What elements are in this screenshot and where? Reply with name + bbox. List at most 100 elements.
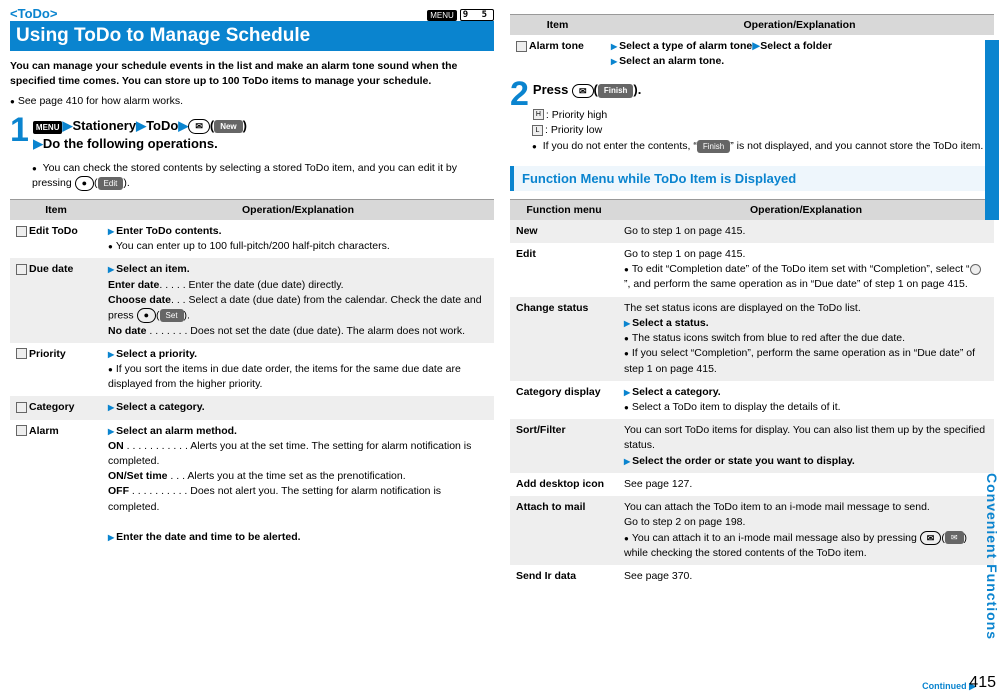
menu-code: 9 5: [460, 9, 494, 21]
rt-r1: Select a type of alarm tone: [611, 40, 752, 52]
fm-edit: Edit: [510, 243, 618, 297]
step2-press: Press: [533, 82, 572, 97]
continued-label: Continued ▶: [922, 681, 976, 692]
step1-note: You can check the stored contents by sel…: [32, 161, 494, 190]
alarm-icon: [16, 425, 27, 436]
fm-attach: Attach to mail: [510, 496, 618, 565]
fm-ir: Send Ir data: [510, 565, 618, 588]
fm-sort-t1: You can sort ToDo items for display. You…: [624, 424, 985, 451]
fm-edit-t1: Go to step 1 on page 415.: [624, 248, 745, 260]
pri-b2: If you sort the items in due date order,…: [108, 363, 461, 390]
finish-button: Finish: [598, 84, 634, 97]
intro-note: See page 410 for how alarm works.: [10, 94, 494, 109]
fm-new-t: Go to step 1 on page 415.: [618, 220, 994, 243]
center-key-icon: ●: [75, 176, 94, 191]
fm-new: New: [510, 220, 618, 243]
ph-text: : Priority high: [546, 109, 607, 121]
edit-b2: You can enter up to 100 full-pitch/200 h…: [108, 240, 390, 252]
edit-button: Edit: [98, 177, 124, 190]
cat-b1: Select a category.: [108, 401, 205, 413]
mail-key-icon: ✉: [188, 119, 210, 134]
fm-status: Change status: [510, 297, 618, 381]
step-num-2: 2: [510, 81, 529, 108]
fm-st-t1: The set status icons are displayed on th…: [624, 302, 861, 314]
todo-tag: <ToDo>: [10, 6, 57, 21]
fm-sort-t2: Select the order or state you want to di…: [624, 455, 855, 467]
page-title: Using ToDo to Manage Schedule: [10, 21, 494, 51]
path-stationery: Stationery: [72, 118, 136, 133]
step2-note: If you do not enter the contents, “Finis…: [532, 139, 994, 154]
operations-table: ItemOperation/Explanation Edit ToDo Ente…: [10, 199, 494, 549]
due-none-t: . . . . . . . Does not set the date (due…: [147, 325, 465, 337]
finish-button-2: Finish: [697, 140, 730, 153]
due-enter: Enter date: [108, 279, 159, 291]
category-icon: [16, 402, 27, 413]
alm-on-t: . . . . . . . . . . . Alerts you at the …: [108, 440, 471, 467]
fm-add-t: See page 127.: [618, 473, 994, 496]
priority-legend: H: Priority high L: Priority low: [532, 108, 994, 140]
fm-category: Category display: [510, 381, 618, 419]
tone-icon: [516, 41, 527, 52]
row-priority: Priority: [10, 343, 102, 397]
fm-sort: Sort/Filter: [510, 419, 618, 473]
due-none: No date: [108, 325, 147, 337]
alm-off: OFF: [108, 485, 129, 497]
priority-icon: [16, 348, 27, 359]
menu-shortcut: MENU 9 5: [427, 9, 494, 21]
alm-b2: Enter the date and time to be alerted.: [108, 531, 301, 543]
th-op: Operation/Explanation: [102, 199, 494, 220]
fm-cat-t2: Select a ToDo item to display the detail…: [624, 401, 841, 413]
alm-off-t: . . . . . . . . . . Does not alert you. …: [108, 485, 441, 512]
rt-th1: Item: [510, 15, 605, 36]
fm-at-t1: You can attach the ToDo item to an i-mod…: [624, 501, 930, 513]
menu-key-icon: MENU: [427, 10, 457, 21]
alm-onset: ON/Set time: [108, 470, 168, 482]
mail-button: ✉: [945, 531, 964, 544]
function-menu-table: Function menuOperation/Explanation NewGo…: [510, 199, 994, 588]
rt-th2: Operation/Explanation: [605, 15, 994, 36]
new-button: New: [214, 120, 242, 133]
pl-text: : Priority low: [545, 124, 602, 136]
intro-text: You can manage your schedule events in t…: [10, 59, 494, 88]
alm-onset-t: . . . Alerts you at the time set as the …: [168, 470, 406, 482]
th-item: Item: [10, 199, 102, 220]
row-category: Category: [10, 396, 102, 419]
mail-key-icon-3: ✉: [920, 531, 942, 546]
menu-icon: MENU: [33, 121, 63, 134]
row-due-date: Due date: [10, 258, 102, 342]
fm-cat-t1: Select a category.: [624, 386, 721, 398]
fm-st-t4: If you select “Completion”, perform the …: [624, 347, 975, 374]
alarm-tone-table: ItemOperation/Explanation Alarm tone Sel…: [510, 14, 994, 73]
s2n2: ” is not displayed, and you cannot store…: [730, 140, 983, 152]
fm-at-t2: Go to step 2 on page 198.: [624, 516, 745, 528]
fm-at-t3: You can attach it to an i-mode mail mess…: [624, 532, 967, 559]
row-edit-todo: Edit ToDo: [10, 220, 102, 258]
completion-date-icon: [970, 264, 981, 275]
priority-low-icon: L: [532, 125, 543, 136]
path-todo: ToDo: [146, 118, 178, 133]
due-enter-t: . . . . . Enter the date (due date) dire…: [159, 279, 343, 291]
left-column: <ToDo> MENU 9 5 Using ToDo to Manage Sch…: [10, 6, 494, 588]
edit-b1: Enter ToDo contents.: [108, 225, 222, 237]
mail-key-icon-2: ✉: [572, 84, 594, 99]
s2n1: If you do not enter the contents, “: [543, 140, 697, 152]
step1-line2: Do the following operations.: [43, 136, 218, 151]
fm-add-desktop: Add desktop icon: [510, 473, 618, 496]
step-2: 2 Press ✉(Finish).: [510, 81, 994, 99]
row-alarm: Alarm: [10, 420, 102, 550]
side-tab: Convenient Functions: [982, 40, 1002, 640]
fm-st-t3: The status icons switch from blue to red…: [624, 332, 905, 344]
set-button: Set: [160, 309, 184, 323]
side-label: Convenient Functions: [984, 473, 1000, 640]
edit-icon: [16, 226, 27, 237]
step-1: 1 MENU▶Stationery▶ToDo▶✉(New) ▶Do the fo…: [10, 117, 494, 153]
fm-edit-t2: To edit “Completion date” of the ToDo it…: [624, 263, 983, 290]
rt-r2: Select a folder: [760, 40, 832, 52]
fm-ir-t: See page 370.: [618, 565, 994, 588]
pri-b1: Select a priority.: [108, 348, 197, 360]
due-choose: Choose date: [108, 294, 171, 306]
row-alarm-tone: Alarm tone: [510, 35, 605, 73]
priority-high-icon: H: [533, 109, 544, 120]
fm-st-t2: Select a status.: [624, 317, 709, 329]
right-column: ItemOperation/Explanation Alarm tone Sel…: [510, 6, 994, 588]
